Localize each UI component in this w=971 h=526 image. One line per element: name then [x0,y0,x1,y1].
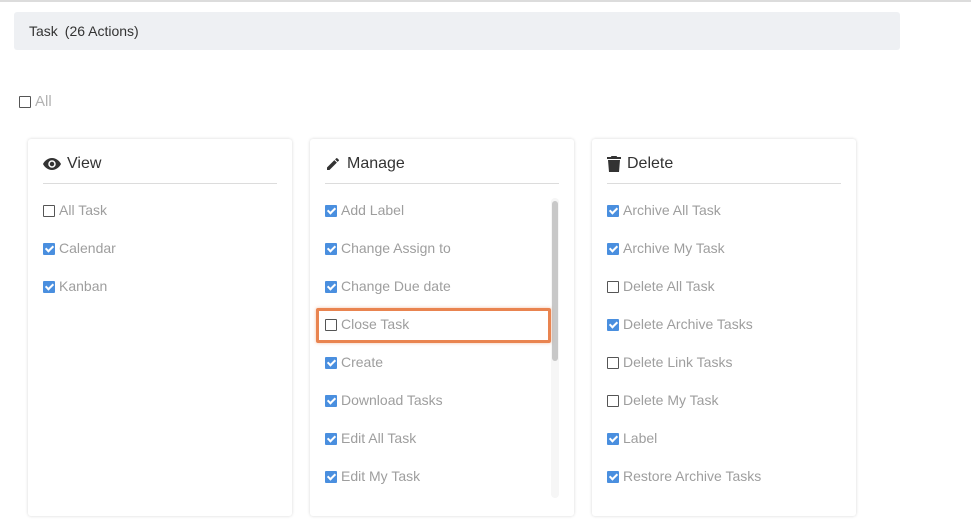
permission-label: Calendar [59,240,116,256]
permission-label: Delete Archive Tasks [623,316,753,332]
permission-checkbox[interactable] [607,471,619,483]
permission-label: Delete My Task [623,392,719,408]
permission-label: Add Label [341,202,405,218]
permission-label: Restore Archive Tasks [623,468,762,484]
permission-label: Create [341,354,384,370]
permission-checkbox[interactable] [325,471,337,483]
section-header: Task (26 Actions) [14,12,900,50]
permission-label: Delete Link Tasks [623,354,733,370]
permission-item[interactable]: Archive All Task [607,198,761,236]
permission-checkbox[interactable] [325,357,337,369]
scrollbar-thumb[interactable] [552,201,558,361]
permission-label: Archive All Task [623,202,721,218]
permission-checkbox[interactable] [325,205,337,217]
permission-label: Edit All Task [341,430,417,446]
manage-card-header: Manage [325,153,559,184]
close-task-highlight [316,308,551,343]
permission-checkbox[interactable] [607,281,619,293]
top-divider [0,0,971,2]
permission-label: All Task [59,202,107,218]
permission-checkbox[interactable] [325,433,337,445]
permission-item[interactable]: Restore Archive Tasks [607,464,761,502]
permission-checkbox[interactable] [607,357,619,369]
delete-card-header: Delete [607,153,841,184]
permission-item[interactable]: Edit My Task [325,464,451,502]
permission-label: Edit My Task [341,468,421,484]
permission-label: Archive My Task [623,240,725,256]
permission-item[interactable]: Edit All Task [325,426,451,464]
permission-checkbox[interactable] [43,243,55,255]
permission-item[interactable]: Delete All Task [607,274,761,312]
delete-card-title: Delete [627,154,674,172]
permission-item[interactable]: Change Due date [325,274,451,312]
permission-item[interactable]: Delete My Task [607,388,761,426]
section-title: Task [29,23,58,39]
permission-item[interactable]: Kanban [43,274,116,312]
permission-label: Label [623,430,658,446]
permission-item[interactable]: Archive My Task [607,236,761,274]
permission-item[interactable]: Download Tasks [325,388,451,426]
permission-item[interactable]: All Task [43,198,116,236]
permission-checkbox[interactable] [607,243,619,255]
eye-icon [43,157,61,170]
permission-label: Change Assign to [341,240,451,256]
manage-card-title: Manage [347,154,405,172]
delete-permission-list: Archive All Task Archive My Task Delete … [607,198,761,502]
permission-checkbox[interactable] [43,281,55,293]
view-card: View All Task Calendar Kanban [28,139,292,516]
delete-card: Delete Archive All Task Archive My Task … [592,139,856,516]
permission-checkbox[interactable] [325,281,337,293]
permission-checkbox[interactable] [607,205,619,217]
permission-item[interactable]: Delete Link Tasks [607,350,761,388]
permission-checkbox[interactable] [607,319,619,331]
permission-label: Change Due date [341,278,451,294]
view-card-header: View [43,153,277,184]
permission-checkbox[interactable] [607,395,619,407]
permission-item[interactable]: Label [607,426,761,464]
manage-scrollbar[interactable] [551,198,559,498]
action-count: (26 Actions) [64,23,139,39]
permission-item[interactable]: Change Assign to [325,236,451,274]
permission-label: Kanban [59,278,108,294]
pencil-icon [327,157,340,170]
view-permission-list: All Task Calendar Kanban [43,198,116,312]
permission-item[interactable]: Delete Archive Tasks [607,312,761,350]
permission-item[interactable]: Calendar [43,236,116,274]
permission-label: Delete All Task [623,278,715,294]
permission-item[interactable]: Add Label [325,198,451,236]
select-all-checkbox[interactable] [19,95,31,108]
select-all-label: All [35,93,52,110]
permission-checkbox[interactable] [325,395,337,407]
permission-label: Download Tasks [341,392,443,408]
view-card-title: View [67,154,102,172]
select-all-row[interactable]: All [19,93,52,110]
permission-checkbox[interactable] [325,243,337,255]
permission-checkbox[interactable] [43,205,55,217]
permission-item[interactable]: Create [325,350,451,388]
trash-icon [607,155,621,172]
manage-permission-list: Add Label Change Assign to Change Due da… [325,198,451,502]
permission-checkbox[interactable] [607,433,619,445]
